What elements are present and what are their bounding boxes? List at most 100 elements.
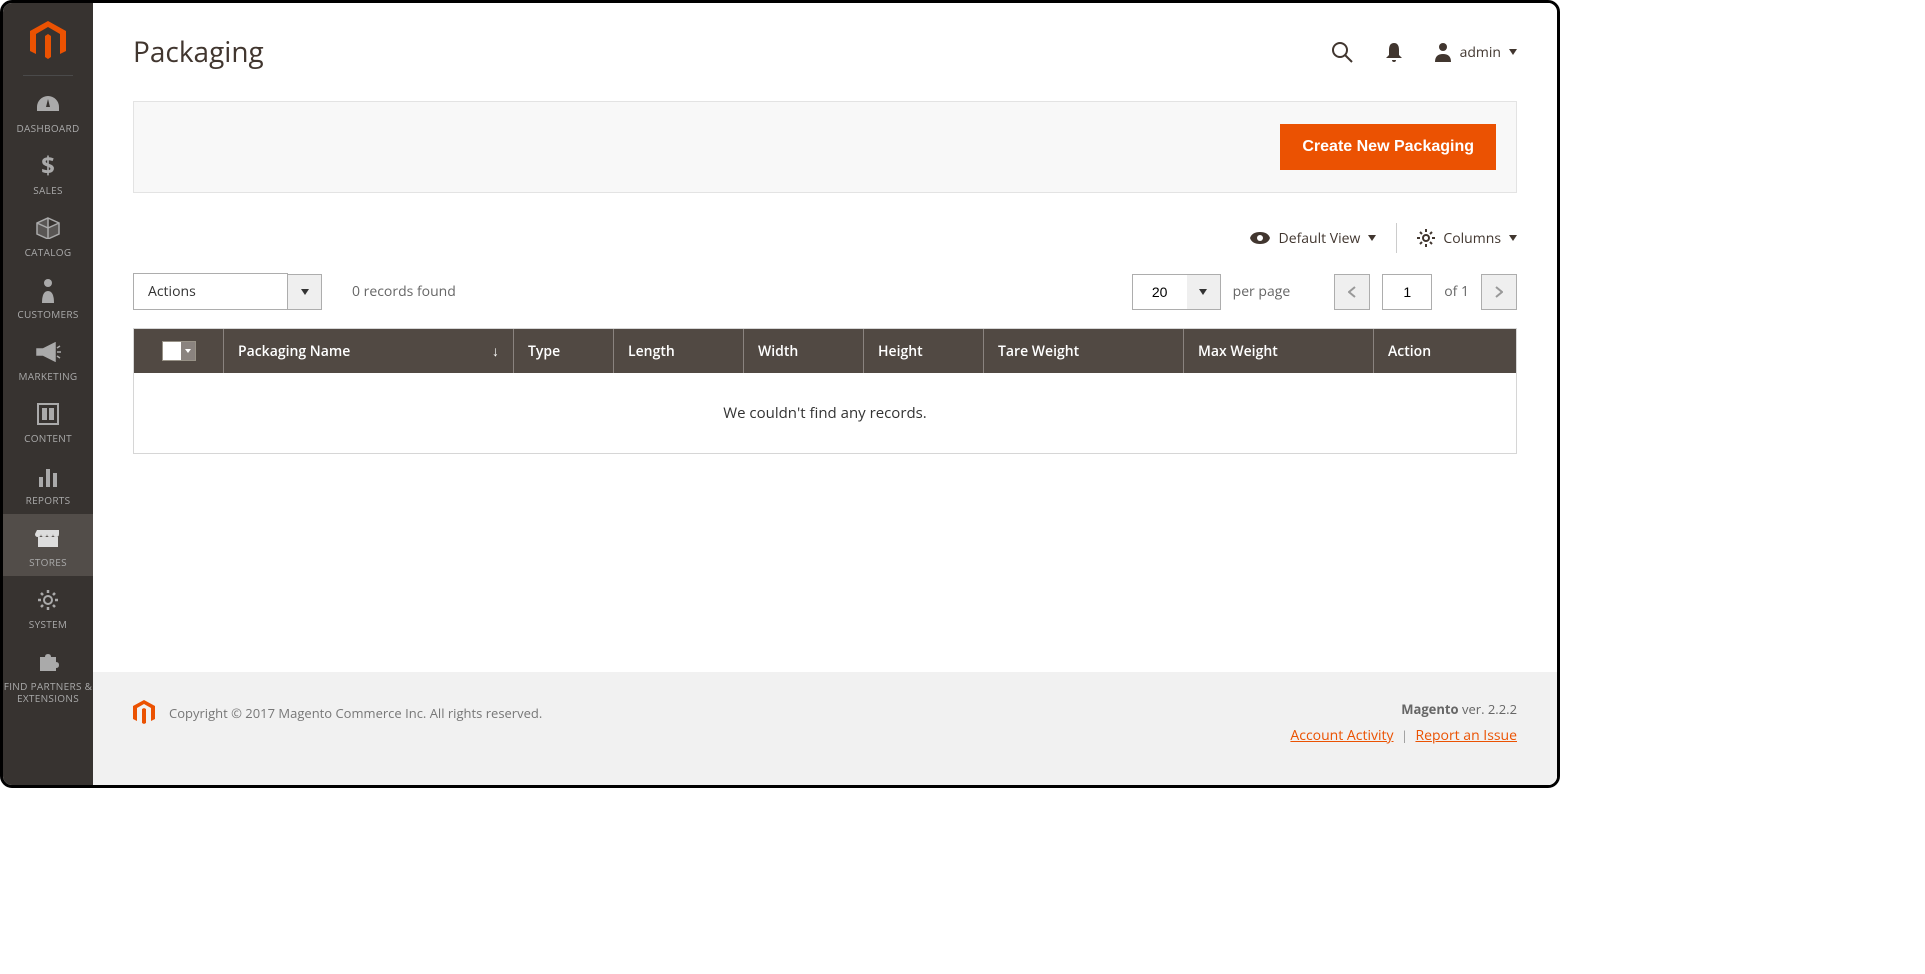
default-view-label: Default View xyxy=(1279,229,1361,248)
actions-select[interactable]: Actions xyxy=(133,273,322,310)
default-view-toggle[interactable]: Default View xyxy=(1249,229,1377,248)
magento-logo[interactable] xyxy=(28,21,68,61)
column-label: Width xyxy=(758,342,798,361)
nav-label: DASHBOARD xyxy=(16,122,79,134)
column-packaging-name[interactable]: Packaging Name ↓ xyxy=(224,329,514,373)
footer-right: Magento ver. 2.2.2 Account Activity | Re… xyxy=(1290,700,1517,745)
column-action[interactable]: Action xyxy=(1374,329,1516,373)
bell-icon[interactable] xyxy=(1382,40,1406,64)
nav-label: CUSTOMERS xyxy=(17,308,78,320)
column-length[interactable]: Length xyxy=(614,329,744,373)
column-label: Action xyxy=(1388,342,1431,361)
nav-partners[interactable]: FIND PARTNERS & EXTENSIONS xyxy=(3,638,93,712)
separator xyxy=(1396,223,1397,253)
nav-label: REPORTS xyxy=(26,494,71,506)
create-new-packaging-button[interactable]: Create New Packaging xyxy=(1280,124,1496,170)
version-prefix: Magento xyxy=(1401,700,1458,718)
column-label: Type xyxy=(528,342,560,361)
version-number: ver. 2.2.2 xyxy=(1459,700,1517,718)
column-width[interactable]: Width xyxy=(744,329,864,373)
footer-separator: | xyxy=(1401,726,1408,744)
person-icon xyxy=(34,276,62,304)
columns-toggle[interactable]: Columns xyxy=(1417,229,1517,248)
chevron-down-icon xyxy=(1187,274,1221,310)
chevron-down-icon xyxy=(288,274,322,310)
layout-icon xyxy=(34,400,62,428)
chevron-down-icon xyxy=(1368,235,1376,241)
report-issue-link[interactable]: Report an Issue xyxy=(1415,726,1517,745)
column-label: Packaging Name xyxy=(238,342,350,361)
dollar-icon: $ xyxy=(34,152,62,180)
column-max-weight[interactable]: Max Weight xyxy=(1184,329,1374,373)
sidebar: DASHBOARD $ SALES CATALOG CUSTOMERS MARK… xyxy=(3,3,93,785)
column-height[interactable]: Height xyxy=(864,329,984,373)
bar-chart-icon xyxy=(34,462,62,490)
data-grid: Packaging Name ↓ Type Length Width Heigh… xyxy=(133,328,1517,454)
account-activity-link[interactable]: Account Activity xyxy=(1290,726,1393,745)
user-icon xyxy=(1434,42,1452,62)
grid-controls: Actions 0 records found per page of 1 xyxy=(133,273,1517,310)
nav-label: MARKETING xyxy=(19,370,78,382)
sort-arrow-down-icon: ↓ xyxy=(492,342,499,361)
footer-left: Copyright © 2017 Magento Commerce Inc. A… xyxy=(133,700,542,726)
nav-content[interactable]: CONTENT xyxy=(3,390,93,452)
chevron-down-icon xyxy=(1509,49,1517,55)
checkbox-dropdown xyxy=(162,341,196,361)
nav-customers[interactable]: CUSTOMERS xyxy=(3,266,93,328)
nav-reports[interactable]: REPORTS xyxy=(3,452,93,514)
view-controls: Default View Columns xyxy=(133,223,1517,263)
nav-dashboard[interactable]: DASHBOARD xyxy=(3,80,93,142)
page-title: Packaging xyxy=(133,33,264,71)
grid-controls-left: Actions 0 records found xyxy=(133,273,456,310)
nav-label: SALES xyxy=(33,184,63,196)
nav-label: FIND PARTNERS & EXTENSIONS xyxy=(3,680,93,704)
actions-select-label: Actions xyxy=(133,273,288,310)
nav-stores[interactable]: STORES xyxy=(3,514,93,576)
search-icon[interactable] xyxy=(1330,40,1354,64)
column-label: Max Weight xyxy=(1198,342,1278,361)
column-label: Height xyxy=(878,342,923,361)
next-page-button[interactable] xyxy=(1481,274,1517,310)
nav-label: CATALOG xyxy=(25,246,72,258)
nav-marketing[interactable]: MARKETING xyxy=(3,328,93,390)
sidebar-divider xyxy=(23,75,73,76)
version-text: Magento ver. 2.2.2 xyxy=(1290,700,1517,718)
grid-empty-message: We couldn't find any records. xyxy=(134,373,1516,453)
column-type[interactable]: Type xyxy=(514,329,614,373)
per-page-label: per page xyxy=(1233,282,1291,301)
nav-sales[interactable]: $ SALES xyxy=(3,142,93,204)
app-window: DASHBOARD $ SALES CATALOG CUSTOMERS MARK… xyxy=(0,0,1560,788)
main-content: Packaging admin Create New Packaging Def… xyxy=(93,3,1557,785)
per-page-select[interactable] xyxy=(1132,274,1221,310)
gear-icon xyxy=(1417,229,1435,247)
puzzle-icon xyxy=(34,648,62,676)
columns-label: Columns xyxy=(1443,229,1501,248)
grid-controls-right: per page of 1 xyxy=(1132,274,1517,310)
footer: Copyright © 2017 Magento Commerce Inc. A… xyxy=(93,672,1557,785)
page-input[interactable] xyxy=(1382,274,1432,310)
column-tare-weight[interactable]: Tare Weight xyxy=(984,329,1184,373)
nav-label: CONTENT xyxy=(24,432,72,444)
nav-system[interactable]: SYSTEM xyxy=(3,576,93,638)
page-of-label: of 1 xyxy=(1444,282,1469,301)
magento-logo-small xyxy=(133,700,155,726)
gear-icon xyxy=(34,586,62,614)
user-menu[interactable]: admin xyxy=(1434,42,1517,62)
grid-header-row: Packaging Name ↓ Type Length Width Heigh… xyxy=(134,329,1516,373)
records-found-text: 0 records found xyxy=(352,282,456,301)
store-icon xyxy=(34,524,62,552)
user-label: admin xyxy=(1460,43,1501,62)
select-all-checkbox[interactable] xyxy=(134,329,224,373)
per-page-input[interactable] xyxy=(1132,274,1187,310)
column-label: Tare Weight xyxy=(998,342,1079,361)
eye-icon xyxy=(1249,231,1271,245)
copyright-text: Copyright © 2017 Magento Commerce Inc. A… xyxy=(169,704,542,722)
nav-label: STORES xyxy=(29,556,67,568)
nav-catalog[interactable]: CATALOG xyxy=(3,204,93,266)
prev-page-button[interactable] xyxy=(1334,274,1370,310)
svg-text:$: $ xyxy=(41,153,55,179)
page-header: Packaging admin xyxy=(93,3,1557,81)
megaphone-icon xyxy=(34,338,62,366)
box-icon xyxy=(34,214,62,242)
nav-label: SYSTEM xyxy=(29,618,67,630)
